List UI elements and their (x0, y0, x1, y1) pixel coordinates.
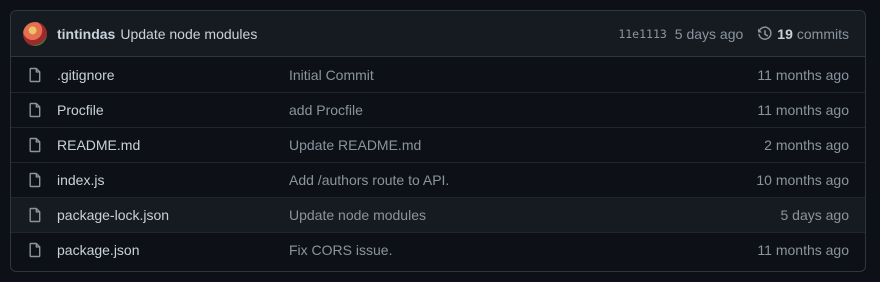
file-icon (27, 137, 43, 153)
file-name-link[interactable]: .gitignore (57, 67, 289, 83)
file-commit-age: 2 months ago (764, 137, 849, 153)
file-icon (27, 102, 43, 118)
file-row[interactable]: package-lock.json Update node modules 5 da… (11, 197, 865, 232)
file-commit-age: 11 months ago (757, 242, 849, 258)
file-commit-age: 11 months ago (757, 66, 849, 83)
file-name-link[interactable]: index.js (57, 172, 289, 188)
commit-count: 19 (777, 25, 793, 42)
file-commit-age: 5 days ago (780, 207, 850, 223)
commit-message-link[interactable]: Update node modules (120, 26, 257, 42)
history-icon (758, 25, 772, 40)
file-name-link[interactable]: package-lock.json (57, 207, 289, 223)
commit-sha-link[interactable]: 11e1113 (618, 27, 666, 41)
file-icon (27, 207, 43, 223)
file-browser: tintindas Update node modules 11e1113 5 … (10, 10, 866, 272)
file-row[interactable]: package.json Fix CORS issue. 11 months ago (11, 232, 865, 267)
latest-commit-bar: tintindas Update node modules 11e1113 5 … (11, 11, 865, 57)
file-commit-message-link[interactable]: Initial Commit (289, 67, 757, 83)
file-row[interactable]: .gitignore Initial Commit 11 months ago (11, 57, 865, 92)
file-commit-message-link[interactable]: Update README.md (289, 137, 764, 153)
commits-label: commits (796, 25, 849, 42)
file-row[interactable]: index.js Add /authors route to API. 10 mon… (11, 162, 865, 197)
file-row[interactable]: README.md Update README.md 2 months ago (11, 127, 865, 162)
commit-author-link[interactable]: tintindas (57, 26, 115, 42)
file-commit-message-link[interactable]: add Procfile (289, 102, 757, 118)
file-name-link[interactable]: Procfile (57, 102, 289, 118)
file-commit-message-link[interactable]: Update node modules (289, 207, 781, 223)
file-name-link[interactable]: package.json (57, 242, 289, 258)
file-row[interactable]: Procfile add Procfile 11 months ago (11, 92, 865, 127)
file-name-link[interactable]: README.md (57, 137, 289, 153)
commit-history-link[interactable]: 19 commits (757, 26, 849, 42)
file-icon (27, 172, 43, 188)
file-commit-age: 10 months ago (756, 172, 849, 188)
commit-time: 5 days ago (674, 25, 744, 42)
file-icon (27, 242, 43, 258)
file-list: .gitignore Initial Commit 11 months ago Pro… (11, 57, 865, 267)
file-commit-message-link[interactable]: Add /authors route to API. (289, 172, 756, 188)
file-icon (27, 67, 43, 83)
author-avatar[interactable] (23, 21, 47, 46)
file-commit-message-link[interactable]: Fix CORS issue. (289, 242, 757, 258)
file-commit-age: 11 months ago (757, 102, 849, 118)
